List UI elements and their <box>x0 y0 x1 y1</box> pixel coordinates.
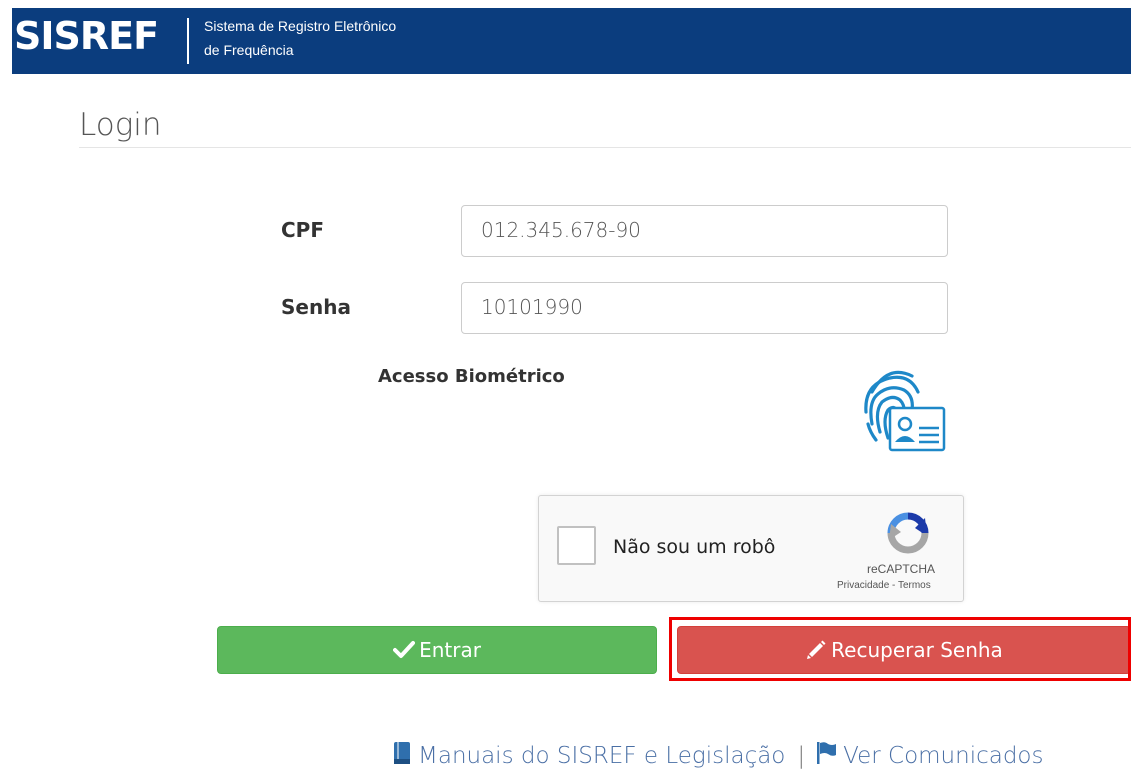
footer-separator: | <box>797 743 806 769</box>
pencil-icon <box>805 639 827 661</box>
senha-input[interactable]: 10101990 <box>461 282 948 334</box>
cpf-input[interactable]: 012.345.678-90 <box>461 205 948 257</box>
logo-divider <box>187 18 189 64</box>
manuals-label: Manuais do SISREF e Legislação <box>418 743 786 769</box>
checkmark-icon <box>393 639 416 661</box>
title-divider <box>79 147 1131 148</box>
recuperar-senha-label: Recuperar Senha <box>831 638 1003 662</box>
recaptcha-brand: reCAPTCHA <box>867 562 936 576</box>
page-title: Login <box>79 107 162 143</box>
comunicados-label: Ver Comunicados <box>843 743 1044 769</box>
recaptcha-label: Não sou um robô <box>613 536 776 558</box>
entrar-label: Entrar <box>419 638 481 662</box>
recaptcha-checkbox[interactable] <box>557 526 596 565</box>
biometric-access-label: Acesso Biométrico <box>378 366 565 387</box>
recaptcha-widget: Não sou um robô reCAPTCHA Privacidade - … <box>538 495 964 602</box>
subtitle-line-2: de Frequência <box>204 42 294 58</box>
comunicados-link[interactable]: Ver Comunicados <box>815 741 1043 771</box>
book-icon <box>392 741 412 771</box>
system-subtitle: Sistema de Registro Eletrônico de Frequê… <box>204 14 396 62</box>
manuals-link[interactable]: Manuais do SISREF e Legislação <box>392 741 785 771</box>
flag-icon <box>815 741 837 771</box>
cpf-label: CPF <box>281 218 324 242</box>
subtitle-line-1: Sistema de Registro Eletrônico <box>204 18 397 34</box>
senha-label: Senha <box>281 295 351 319</box>
footer-links: Manuais do SISREF e Legislação | Ver Com… <box>392 741 1043 771</box>
fingerprint-id-card-icon[interactable] <box>860 362 946 454</box>
entrar-button[interactable]: Entrar <box>217 626 657 674</box>
recaptcha-logo-icon <box>885 510 931 556</box>
sisref-logo[interactable]: SISREF <box>14 14 159 58</box>
recaptcha-links[interactable]: Privacidade - Termos <box>837 580 931 591</box>
top-header-bar: SISREF Sistema de Registro Eletrônico de… <box>12 8 1131 74</box>
recuperar-senha-button[interactable]: Recuperar Senha <box>677 626 1131 674</box>
